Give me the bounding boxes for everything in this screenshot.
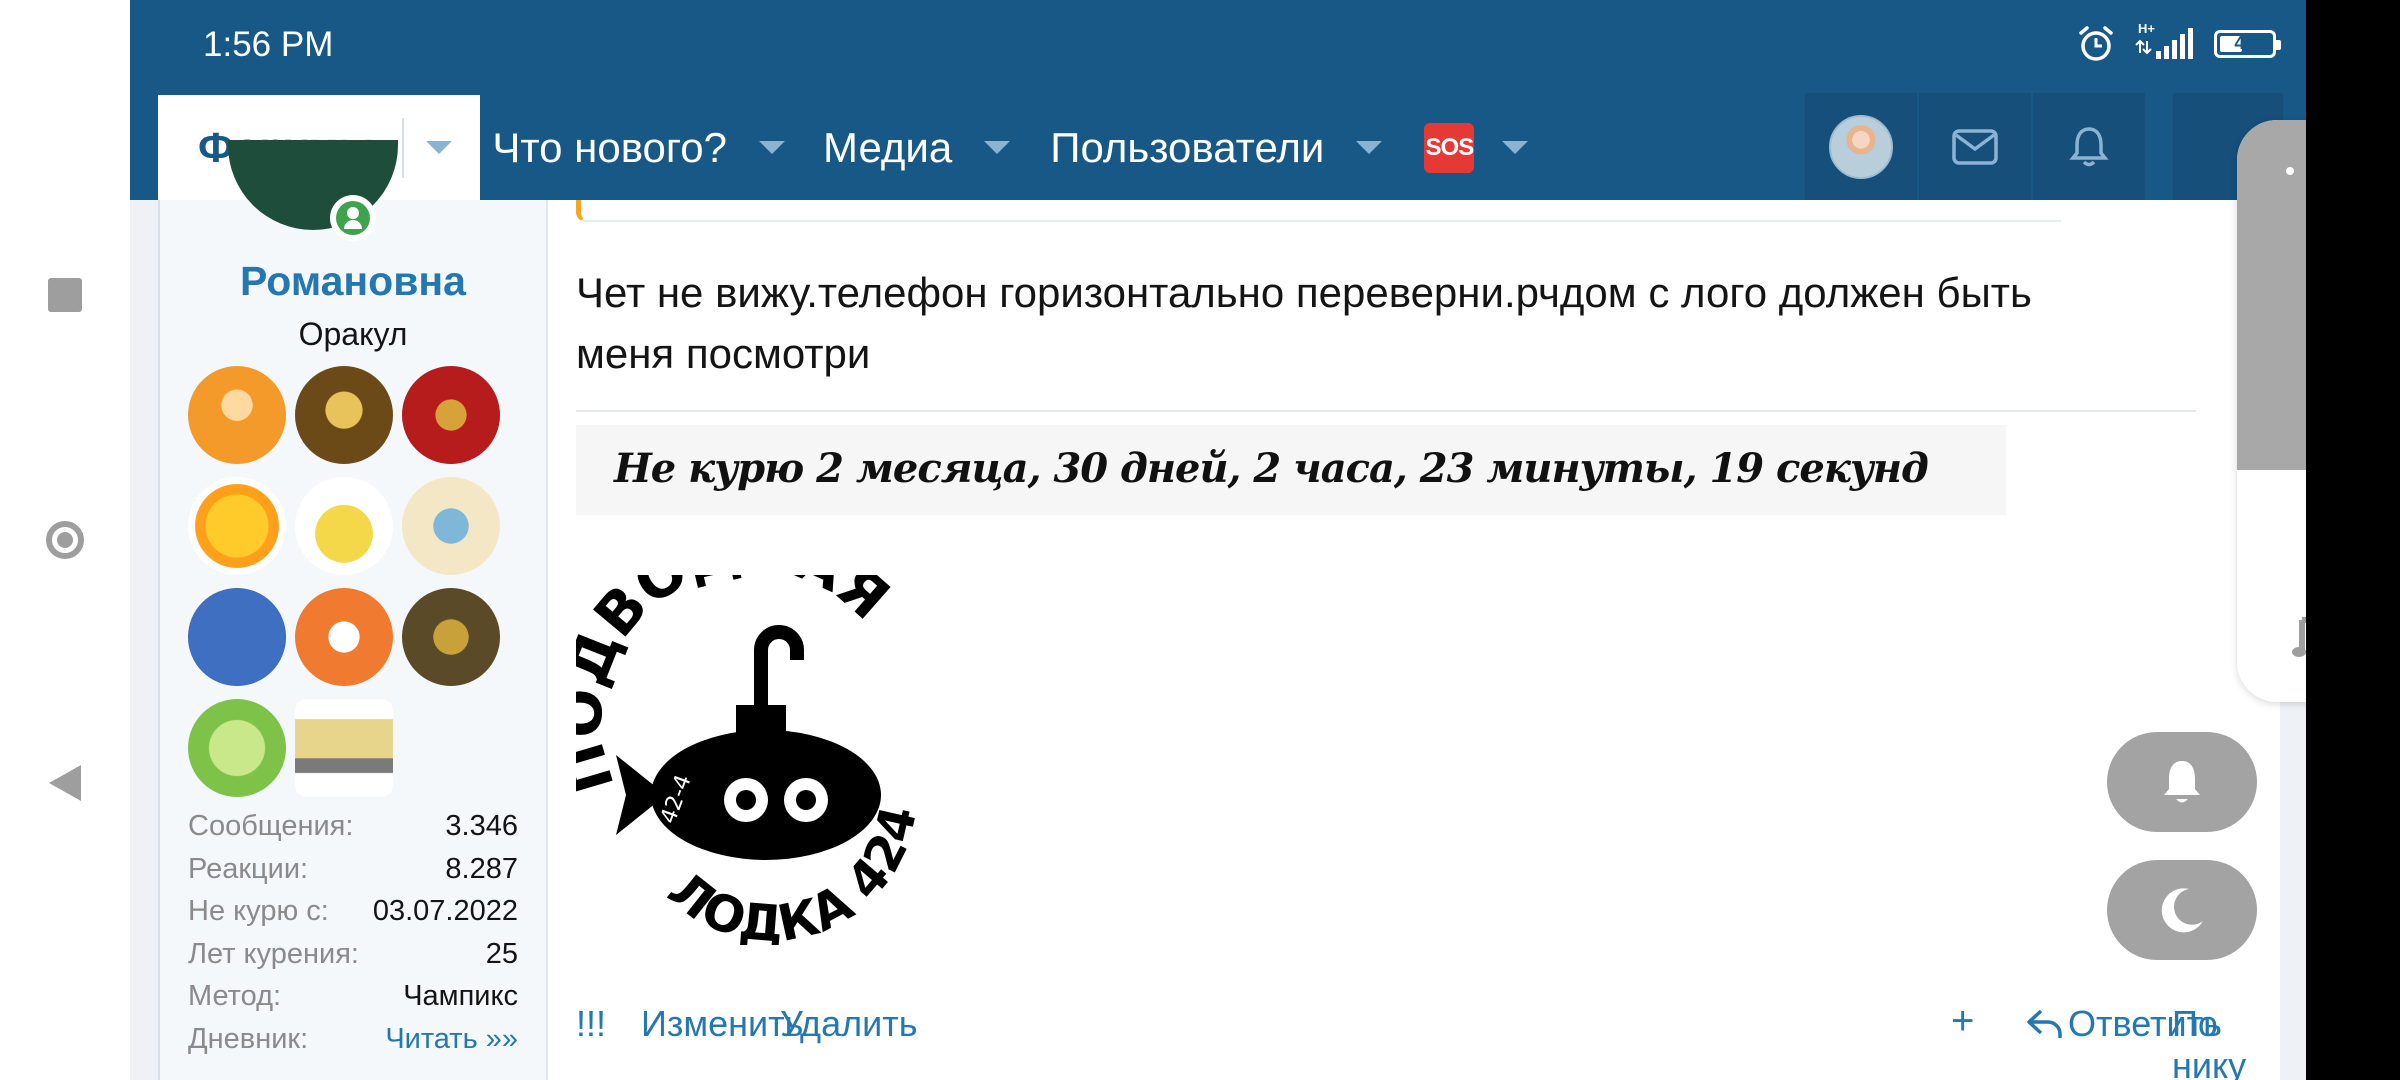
browser-viewport: 1:56 PM H+ 44 Что нового? Медиа Пользова… (130, 0, 2306, 1080)
alarm-icon (2079, 26, 2113, 61)
battery-icon: 44 (2214, 30, 2281, 58)
status-icons: H+ 44 (2076, 21, 2281, 64)
tab-media-label: Медиа (823, 123, 953, 171)
music-note-icon (2292, 617, 2306, 657)
signature-counter-banner: Не курю 2 месяца, 30 дней, 2 часа, 23 ми… (576, 425, 2006, 515)
stat-row: Метод: Чампикс (188, 980, 518, 1012)
stat-row: Реакции: 8.287 (188, 852, 518, 885)
tab-media[interactable]: Медиа (813, 95, 1038, 200)
status-time: 1:56 PM (203, 25, 334, 64)
trophy-tanker-icon[interactable] (295, 699, 393, 797)
post-actions: !!! Изменить Удалить + Ответить По нику (546, 995, 2280, 1080)
post-container: Романовна Оракул Сообщения: 3.346 Реакции… (158, 140, 2280, 1080)
user-info-panel: Романовна Оракул Сообщения: 3.346 Реакции… (160, 140, 548, 1080)
diary-link[interactable]: Читать »» (385, 1023, 518, 1066)
ring-mode-button[interactable] (2107, 732, 2257, 832)
tab-sos[interactable]: SOS (1410, 95, 1556, 200)
bell-icon (2069, 126, 2109, 166)
back-button[interactable] (30, 748, 100, 818)
stat-row: Дневник: Читать »» (188, 1023, 518, 1066)
post-body: Чет не вижу.телефон горизонтально переве… (546, 200, 2280, 1080)
chevron-down-icon[interactable] (984, 141, 1011, 154)
trophy-people-icon[interactable] (188, 588, 286, 686)
signature-counter-text: Не курю 2 месяца, 30 дней, 2 часа, 23 ми… (614, 445, 1929, 492)
user-title: Оракул (298, 316, 408, 352)
delete-button[interactable]: Удалить (780, 1003, 917, 1045)
trophy-chef-icon[interactable] (188, 366, 286, 464)
signature-divider (576, 410, 2196, 412)
battery-level: 44 (2234, 33, 2256, 54)
bell-icon (2164, 761, 2200, 803)
moon-icon (2161, 888, 2203, 933)
more-icon[interactable] (2282, 164, 2306, 178)
trophy-pharaoh-icon[interactable] (295, 366, 393, 464)
system-nav-bar (0, 0, 130, 1080)
user-nav (1805, 93, 2147, 200)
trophy-cup-icon[interactable] (402, 366, 500, 464)
trophy-book-icon[interactable] (295, 588, 393, 686)
square-icon (48, 278, 82, 312)
stat-row: Не курю с: 03.07.2022 (188, 895, 518, 927)
account-button[interactable] (1805, 93, 1917, 200)
chevron-down-icon[interactable] (759, 141, 786, 154)
trophy-plant-icon[interactable] (188, 699, 286, 797)
status-bar: 1:56 PM H+ 44 (130, 0, 2306, 90)
circle-icon (46, 521, 84, 559)
online-status-icon (330, 195, 376, 241)
tab-users[interactable]: Пользователи (1038, 95, 1410, 200)
signal-icon: H+ (2134, 21, 2196, 61)
by-nick-button[interactable]: По нику (2172, 1003, 2280, 1080)
inbox-button[interactable] (1919, 93, 2031, 200)
recents-button[interactable] (30, 260, 100, 330)
volume-panel[interactable] (2237, 120, 2306, 702)
back-triangle-icon (49, 765, 81, 801)
chevron-down-icon[interactable] (1502, 141, 1529, 154)
trophy-medal-2-icon[interactable] (295, 477, 393, 575)
header-bar: 1:56 PM H+ 44 Что нового? Медиа Пользова… (130, 0, 2306, 200)
avatar (1829, 114, 1893, 179)
bang-button[interactable]: !!! (576, 1003, 606, 1045)
chevron-down-icon[interactable] (1356, 141, 1383, 154)
tab-whats-new-label: Что нового? (492, 123, 728, 171)
submarine-logo-image: ПОДВОДНАЯ ЛОДКА 424 42-4 (576, 575, 928, 945)
trophy-sun-icon[interactable] (188, 477, 286, 575)
trophy-plane-icon[interactable] (402, 477, 500, 575)
user-stats: Сообщения: 3.346 Реакции: 8.287 Не курю с:… (188, 810, 518, 1065)
stat-row: Сообщения: 3.346 (188, 810, 518, 842)
alerts-button[interactable] (2033, 93, 2145, 200)
stat-row: Лет курения: 25 (188, 937, 518, 970)
trophy-laurel-icon[interactable] (402, 588, 500, 686)
reply-icon (2027, 1009, 2062, 1038)
quote-block-edge (576, 200, 2061, 222)
chevron-down-icon[interactable] (426, 141, 453, 154)
mail-icon (1952, 128, 1998, 165)
username-link[interactable]: Романовна (160, 258, 546, 305)
screen-edge (2306, 0, 2400, 1080)
sos-icon: SOS (1424, 122, 1475, 173)
do-not-disturb-button[interactable] (2107, 860, 2257, 960)
post-message: Чет не вижу.телефон горизонтально переве… (576, 269, 2032, 377)
tab-whats-new[interactable]: Что нового? (480, 95, 813, 200)
home-button[interactable] (30, 505, 100, 575)
multiquote-plus-button[interactable]: + (1951, 999, 1974, 1044)
tab-users-label: Пользователи (1050, 123, 1325, 171)
